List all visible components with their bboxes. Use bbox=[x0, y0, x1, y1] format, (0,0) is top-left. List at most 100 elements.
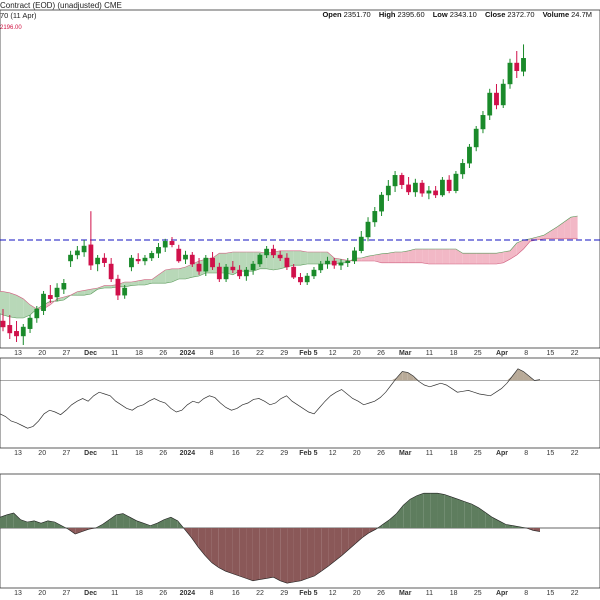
x-tick-label: 20 bbox=[38, 350, 46, 357]
chart-canvas: 13 20 27 Dec 11 18 26 2024 8 16 22 29 Feb 5 12 20 26 Mar… bbox=[0, 9, 600, 597]
candle-body bbox=[298, 277, 303, 283]
osc-area-segment bbox=[430, 493, 438, 528]
candle-body bbox=[365, 221, 371, 238]
x-tick-label: 11 bbox=[426, 450, 433, 457]
x-tick-label: Dec bbox=[84, 450, 97, 457]
osc-area-segment bbox=[478, 507, 486, 528]
candle-body bbox=[379, 194, 384, 212]
x-tick-label: 8 bbox=[524, 350, 528, 357]
candle-body bbox=[122, 287, 128, 296]
candle-body bbox=[210, 257, 215, 268]
osc-area-segment bbox=[444, 494, 452, 528]
candle-body bbox=[47, 295, 53, 300]
rsi-overbought-fill bbox=[407, 372, 414, 381]
x-tick-label: 16 bbox=[232, 350, 240, 357]
candle-body bbox=[101, 257, 107, 264]
candle-body bbox=[331, 260, 337, 266]
rsi-line bbox=[0, 368, 541, 429]
rsi-overbought-fill bbox=[517, 368, 524, 381]
candle-body bbox=[392, 174, 398, 187]
candle-body bbox=[0, 320, 6, 328]
candle-body bbox=[277, 254, 283, 259]
stock-chart: Contract (EOD) (unadjusted) CME 70 (11 A… bbox=[0, 0, 600, 600]
osc-area-segment bbox=[362, 528, 370, 538]
osc-area-segment bbox=[321, 528, 329, 572]
candle-body bbox=[291, 266, 297, 278]
x-tick-label: 18 bbox=[450, 350, 458, 357]
candle-body bbox=[156, 246, 161, 254]
x-tick-label: 8 bbox=[210, 450, 214, 457]
candle-body bbox=[169, 240, 175, 245]
candle-body bbox=[507, 62, 513, 85]
candle-body bbox=[27, 317, 33, 330]
cloud-segment bbox=[570, 216, 578, 239]
cloud-segment bbox=[489, 253, 497, 264]
x-tick-label: 26 bbox=[377, 350, 385, 357]
x-tick-label: 25 bbox=[474, 350, 482, 357]
x-tick-label: 29 bbox=[280, 450, 288, 457]
osc-area-segment bbox=[389, 513, 397, 528]
candle-body bbox=[54, 287, 60, 298]
candle-body bbox=[318, 263, 324, 271]
candle-body bbox=[284, 257, 290, 268]
x-tick-label: 18 bbox=[135, 350, 143, 357]
x-tick-label: 15 bbox=[547, 350, 555, 357]
x-tick-label: Feb 5 bbox=[299, 450, 317, 457]
candle-body bbox=[108, 263, 114, 280]
candle-body bbox=[473, 128, 479, 148]
candle-body bbox=[250, 263, 256, 271]
x-tick-label: 16 bbox=[232, 450, 240, 457]
candle-body bbox=[162, 240, 168, 248]
x-tick-label: Apr bbox=[496, 350, 508, 357]
x-tick-label: 26 bbox=[377, 450, 385, 457]
x-tick-label: 27 bbox=[63, 450, 71, 457]
x-tick-label: 26 bbox=[159, 450, 167, 457]
candle-body bbox=[183, 254, 188, 260]
candle-body bbox=[237, 269, 242, 277]
candle-body bbox=[88, 244, 94, 266]
cloud-segment bbox=[408, 249, 416, 263]
candle-body bbox=[352, 250, 357, 262]
x-tick-label: 12 bbox=[329, 350, 337, 357]
cloud-segment bbox=[395, 252, 402, 263]
x-tick-label: Mar bbox=[399, 590, 412, 597]
x-tick-label: Feb 5 bbox=[299, 350, 317, 357]
candle-body bbox=[68, 254, 74, 262]
osc-area-segment bbox=[416, 493, 424, 528]
cloud-segment bbox=[165, 268, 172, 284]
osc-area-segment bbox=[259, 528, 267, 580]
osc-area-segment bbox=[266, 528, 274, 579]
x-tick-label: 8 bbox=[210, 350, 214, 357]
osc-area-segment bbox=[191, 528, 199, 548]
cloud-segment bbox=[415, 249, 423, 263]
candle-body bbox=[358, 236, 364, 252]
x-tick-label: 15 bbox=[547, 450, 555, 457]
candle-body bbox=[521, 58, 526, 72]
osc-area-segment bbox=[116, 513, 124, 528]
candle-body bbox=[433, 190, 439, 196]
osc-area-segment bbox=[437, 493, 445, 528]
x-tick-label: 12 bbox=[329, 590, 337, 597]
cloud-segment bbox=[442, 249, 450, 264]
osc-area-segment bbox=[457, 499, 465, 528]
x-tick-label: 29 bbox=[280, 350, 288, 357]
candle-body bbox=[325, 260, 330, 265]
osc-area-segment bbox=[225, 528, 233, 574]
cloud-segment bbox=[388, 252, 396, 263]
candle-body bbox=[426, 190, 432, 194]
osc-area-segment bbox=[123, 513, 130, 528]
osc-area-segment bbox=[164, 517, 171, 528]
candle-body bbox=[257, 254, 263, 265]
cloud-segment bbox=[293, 250, 301, 266]
candle-body bbox=[135, 259, 141, 262]
cloud-segment bbox=[3, 291, 10, 317]
candle-body bbox=[115, 278, 121, 296]
cloud-segment bbox=[9, 292, 17, 318]
cloud-segment bbox=[476, 253, 483, 264]
osc-area-segment bbox=[293, 528, 301, 582]
x-tick-label: 8 bbox=[524, 450, 528, 457]
osc-area-segment bbox=[13, 513, 21, 528]
x-tick-label: 29 bbox=[280, 590, 288, 597]
osc-area-segment bbox=[328, 528, 335, 567]
cloud-segment bbox=[496, 252, 504, 264]
